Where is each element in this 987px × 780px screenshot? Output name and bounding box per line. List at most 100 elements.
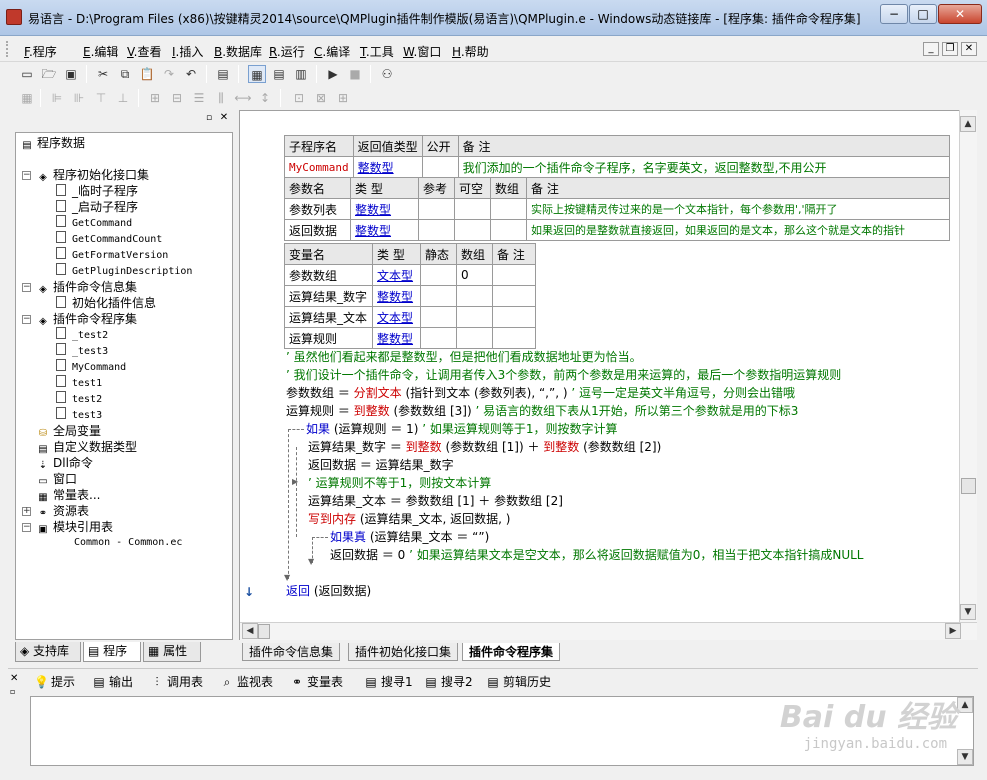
undo-icon[interactable]: ↶ [182,65,200,83]
grid-toggle-icon[interactable]: ⊞ [334,89,352,107]
menu-insert[interactable]: I.插入 [172,43,203,60]
tree-item-sub[interactable]: GetFormatVersion [56,247,168,263]
tree-item-sub[interactable]: GetCommandCount [56,231,162,247]
paste-icon[interactable]: 📋 [138,65,156,83]
scroll-thumb[interactable] [258,624,270,639]
scroll-right-icon[interactable]: ▶ [945,623,961,639]
run-icon[interactable]: ▶ [324,65,342,83]
nullable-cell[interactable] [454,219,491,241]
space-v-icon[interactable]: ☰ [190,89,208,107]
layout-3-icon[interactable]: ▥ [292,65,310,83]
same-size-icon[interactable]: ⊡ [290,89,308,107]
static-cell[interactable] [420,264,457,286]
center-h-icon[interactable]: ⊞ [146,89,164,107]
expand-icon[interactable]: + [22,507,31,516]
menu-compile[interactable]: C.编译 [314,43,350,60]
code-line[interactable]: 运算结果_数字 ＝ 到整数 (参数数组 [1]) ＋ 到整数 (参数数组 [2]… [308,438,661,456]
public-cell[interactable] [421,156,459,178]
menu-database[interactable]: B.数据库 [214,43,262,60]
new-file-icon[interactable]: ▭ [18,65,36,83]
code-line[interactable]: 返回数据 ＝ 运算结果_数字 [308,456,454,474]
cut-icon[interactable]: ✂ [94,65,112,83]
array-cell[interactable] [490,219,527,241]
static-cell[interactable] [420,327,457,349]
collapse-icon[interactable]: − [22,315,31,324]
close-button[interactable]: ✕ [938,4,982,24]
tab-call-stack[interactable]: ⫶ 调用表 [148,672,203,692]
menu-tools[interactable]: T.工具 [360,43,394,60]
collapse-icon[interactable]: − [22,283,31,292]
horizontal-scrollbar[interactable]: ◀ ▶ [240,622,977,640]
tab-clip-history[interactable]: ▤ 剪辑历史 [484,672,551,692]
note-cell[interactable]: 如果返回的是整数就直接返回，如果返回的是文本，那么这个就是文本的指针 [526,219,950,241]
maximize-button[interactable]: □ [909,4,937,24]
tab-command-program[interactable]: 插件命令程序集 [462,643,561,661]
ref-cell[interactable] [418,198,455,220]
note-cell[interactable] [492,285,536,307]
array-cell[interactable]: 0 [456,264,493,286]
tree-item-root[interactable]: ▤ 程序数据 [20,135,85,151]
tree-item-sub[interactable]: MyCommand [56,359,126,375]
tab-watch[interactable]: ⌕ 监视表 [218,672,273,692]
tree-item-resources[interactable]: ⚭ 资源表 [36,503,89,519]
vertical-scrollbar[interactable]: ▲ ▼ [959,110,977,622]
align-right-icon[interactable]: ⊪ [70,89,88,107]
tree-item-sub[interactable]: _启动子程序 [56,199,138,215]
tab-search2[interactable]: ▤ 搜寻2 [422,672,472,692]
align-left-icon[interactable]: ⊫ [48,89,66,107]
tree-item-globals[interactable]: ⛁ 全局变量 [36,423,101,439]
tree-group-commands[interactable]: ◈ 插件命令程序集 [36,311,137,327]
tree-group-init[interactable]: ◈ 程序初始化接口集 [36,167,149,183]
center-form-icon[interactable]: ⊠ [312,89,330,107]
param-name-cell[interactable]: 参数列表 [284,198,351,220]
scroll-up-icon[interactable]: ▲ [960,116,976,132]
var-name-cell[interactable]: 运算结果_文本 [284,306,373,328]
tree-item-sub[interactable]: _test2 [56,327,108,343]
scroll-thumb[interactable] [961,478,976,494]
scroll-up-icon[interactable]: ▲ [957,697,973,713]
scroll-left-icon[interactable]: ◀ [242,623,258,639]
same-height-icon[interactable]: ↕ [256,89,274,107]
tree-item-dll[interactable]: ⇣ Dll命令 [36,455,93,471]
collapse-icon[interactable]: − [22,523,31,532]
tab-init-interface[interactable]: 插件初始化接口集 [348,643,459,661]
var-name-cell[interactable]: 运算结果_数字 [284,285,373,307]
array-cell[interactable] [456,306,493,328]
tab-search1[interactable]: ▤ 搜寻1 [362,672,412,692]
layout-1-icon[interactable]: ▦ [248,65,266,83]
tree-item-sub[interactable]: 初始化插件信息 [56,295,156,311]
tree-item-sub[interactable]: test2 [56,391,102,407]
static-cell[interactable] [420,285,457,307]
tree-item-constants[interactable]: ▦ 常量表... [36,487,100,503]
panel-close-icon[interactable]: ✕ [10,673,18,684]
var-type-cell[interactable]: 文本型 [372,306,421,328]
tree-item-sub[interactable]: _临时子程序 [56,183,138,199]
binoculars-icon[interactable]: ⚇ [378,65,396,83]
menu-edit[interactable]: E.编辑 [83,43,118,60]
code-comment[interactable]: ’ 运算规则不等于1，则按文本计算 [308,474,491,492]
tree-group-info[interactable]: ◈ 插件命令信息集 [36,279,137,295]
tab-support-lib[interactable]: ◈ 支持库 [15,642,81,662]
tree-item-sub[interactable]: GetPluginDescription [56,263,192,279]
tree-item-sub[interactable]: test1 [56,375,102,391]
mdi-minimize-button[interactable]: _ [923,42,939,56]
space-h-icon[interactable]: ⫼ [212,89,230,107]
tab-hint[interactable]: 💡 提示 [32,672,75,692]
code-return[interactable]: 返回 (返回数据) [286,582,371,600]
menu-program[interactable]: F.程序 [24,43,57,60]
param-type-cell[interactable]: 整数型 [350,219,419,241]
tree-item-sub[interactable]: GetCommand [56,215,132,231]
mdi-close-button[interactable]: ✕ [961,42,977,56]
code-editor[interactable]: 子程序名 返回值类型 公开 备 注 MyCommand 整数型 我们添加的一个插… [239,110,977,640]
return-type-cell[interactable]: 整数型 [352,156,423,178]
tree-item-datatypes[interactable]: ▤ 自定义数据类型 [36,439,137,455]
param-type-cell[interactable]: 整数型 [350,198,419,220]
code-if[interactable]: 如果 (运算规则 ＝ 1) ’ 如果运算规则等于1，则按数字计算 [306,420,618,438]
panel-close-icon[interactable]: ✕ [218,112,230,124]
redo-icon[interactable]: ↷ [160,65,178,83]
code-line[interactable]: 返回数据 ＝ 0 ’ 如果运算结果文本是空文本，那么将返回数据赋值为0，相当于把… [330,546,863,564]
menu-help[interactable]: H.帮助 [452,43,489,60]
note-cell[interactable] [492,264,536,286]
code-line[interactable]: 运算规则 ＝ 到整数 (参数数组 [3]) ’ 易语言的数组下表从1开始，所以第… [286,402,798,420]
note-cell[interactable]: 实际上按键精灵传过来的是一个文本指针，每个参数用','隔开了 [526,198,950,220]
